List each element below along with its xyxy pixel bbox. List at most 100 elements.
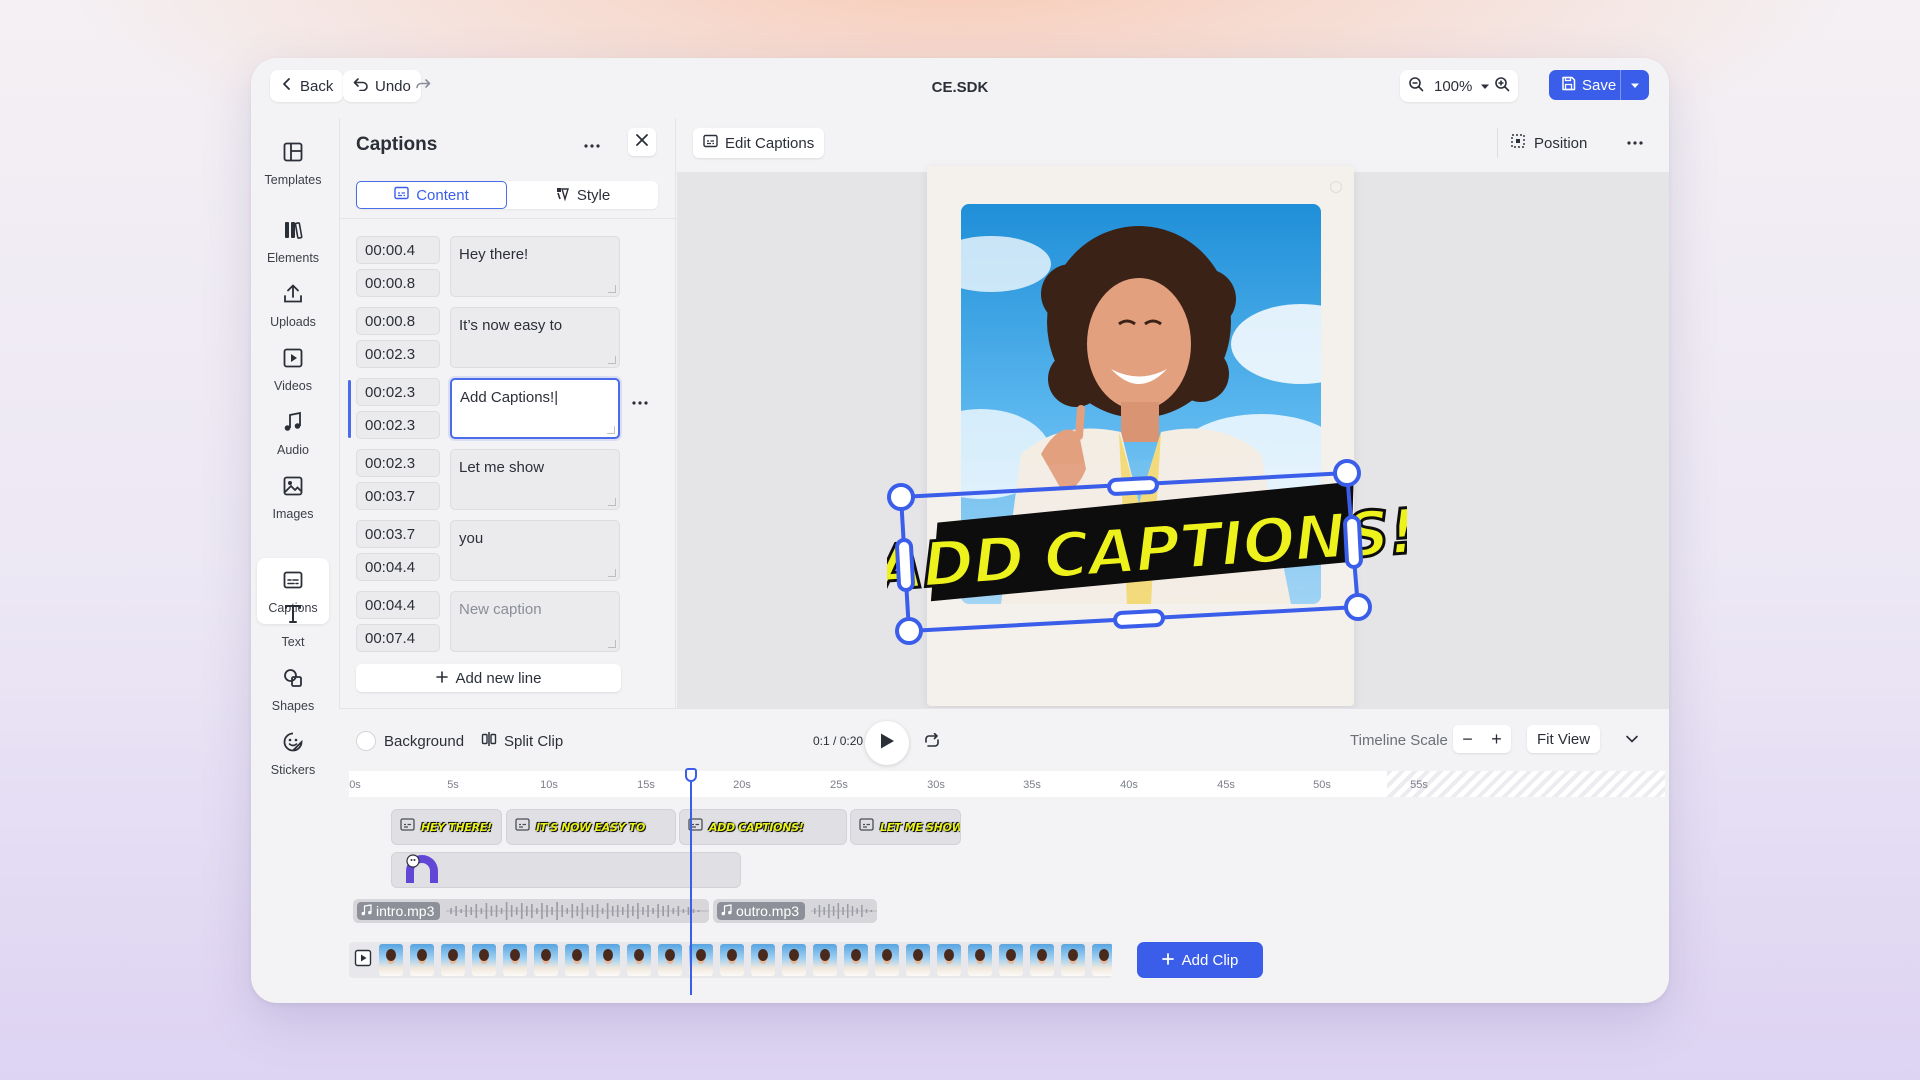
sticker-clip[interactable]: [391, 852, 741, 888]
background-label: Background: [384, 732, 465, 750]
tab-style[interactable]: Style: [507, 181, 658, 209]
caption-text-field[interactable]: you: [450, 520, 620, 581]
resize-handle[interactable]: [895, 617, 923, 645]
scale-minus-button[interactable]: −: [1453, 725, 1482, 753]
resize-handle[interactable]: [1344, 593, 1372, 621]
video-thumbnail: [379, 944, 403, 976]
ruler-tick: 10s: [540, 779, 558, 791]
caption-text-field[interactable]: It’s now easy to: [450, 307, 620, 368]
editor-window: Back Undo CE.SDK 100% Save Templates Ele…: [251, 58, 1669, 1003]
caption-start-time[interactable]: 00:00.4: [356, 236, 440, 264]
caption-end-time[interactable]: 00:00.8: [356, 269, 440, 297]
save-label: Save: [1582, 76, 1617, 94]
sidebar-item-elements[interactable]: Elements: [257, 208, 329, 274]
caption-text-field[interactable]: Add Captions!|: [450, 378, 620, 439]
position-button[interactable]: Position: [1497, 128, 1599, 158]
caption-end-time[interactable]: 00:04.4: [356, 553, 440, 581]
undo-icon: [353, 77, 369, 95]
redo-button[interactable]: [409, 70, 437, 102]
caption-end-time[interactable]: 00:02.3: [356, 411, 440, 439]
caption-start-time[interactable]: 00:02.3: [356, 449, 440, 477]
split-clip-button[interactable]: Split Clip: [481, 731, 563, 751]
edge-handle[interactable]: [1343, 515, 1363, 569]
background-toggle[interactable]: Background: [356, 731, 464, 751]
video-clip-filmstrip[interactable]: [349, 942, 1112, 978]
caption-start-time[interactable]: 00:04.4: [356, 591, 440, 619]
caption-text-field[interactable]: Let me show: [450, 449, 620, 510]
sidebar-item-uploads[interactable]: Uploads: [257, 272, 329, 338]
sidebar-item-text[interactable]: Text: [257, 592, 329, 658]
caption-clip[interactable]: ADD CAPTIONS!: [679, 809, 847, 845]
edge-handle[interactable]: [1113, 609, 1165, 629]
sidebar-item-label: Shapes: [271, 698, 315, 713]
shapes-icon: [281, 666, 305, 693]
caption-end-time[interactable]: 00:02.3: [356, 340, 440, 368]
play-button[interactable]: [865, 721, 909, 765]
zoom-select[interactable]: 100%: [1434, 70, 1490, 102]
music-note-icon: [721, 903, 732, 919]
caption-end-time[interactable]: 00:03.7: [356, 482, 440, 510]
zoom-in-button[interactable]: [1486, 70, 1518, 102]
caption-text-field[interactable]: New caption: [450, 591, 620, 652]
sidebar-item-shapes[interactable]: Shapes: [257, 656, 329, 722]
sidebar-item-label: Text: [281, 634, 305, 649]
edit-captions-button[interactable]: Edit Captions: [693, 128, 825, 158]
sidebar-item-stickers[interactable]: Stickers: [257, 720, 329, 786]
scale-plus-button[interactable]: +: [1482, 725, 1511, 753]
resize-handle[interactable]: [1333, 459, 1361, 487]
sidebar-item-videos[interactable]: Videos: [257, 336, 329, 402]
caption-end-time[interactable]: 00:07.4: [356, 624, 440, 652]
captions-icon: [394, 186, 409, 204]
caption-clip[interactable]: HEY THERE!: [391, 809, 502, 845]
panel-close-button[interactable]: [628, 128, 656, 156]
audio-clip[interactable]: intro.mp3: [353, 899, 709, 923]
time-readout: 0:1 / 0:20: [813, 734, 863, 748]
sidebar-item-templates[interactable]: Templates: [257, 130, 329, 196]
caption-text-field[interactable]: Hey there!: [450, 236, 620, 297]
audio-clip[interactable]: outro.mp3: [713, 899, 877, 923]
timeline-ruler[interactable]: 0s 5s 10s 15s 20s 25s 30s 35s 40s 45s 50…: [349, 771, 1665, 797]
sidebar-item-audio[interactable]: Audio: [257, 400, 329, 466]
paint-brush-icon: [555, 186, 570, 205]
collapse-timeline-button[interactable]: [1625, 731, 1639, 749]
captions-icon: [400, 818, 415, 836]
canvas-more-button[interactable]: [1627, 132, 1643, 150]
save-options-button[interactable]: [1621, 77, 1649, 94]
caption-row: 00:04.4 00:07.4 New caption: [356, 591, 656, 653]
chevron-down-icon: [1625, 731, 1639, 748]
back-button[interactable]: Back: [270, 70, 344, 102]
caption-row: 00:03.7 00:04.4 you: [356, 520, 656, 582]
panel-more-button[interactable]: [580, 132, 604, 156]
save-button-group: Save: [1549, 70, 1649, 100]
caption-placeholder: New caption: [459, 601, 542, 618]
caption-start-time[interactable]: 00:03.7: [356, 520, 440, 548]
save-button[interactable]: Save: [1549, 70, 1621, 100]
caption-row-more-button[interactable]: [632, 392, 648, 410]
caption-clip[interactable]: LET ME SHOW: [850, 809, 961, 845]
tab-content[interactable]: Content: [356, 181, 507, 209]
video-thumbnail: [627, 944, 651, 976]
video-thumbnail: [968, 944, 992, 976]
caption-overlay[interactable]: ADD CAPTIONS!: [887, 448, 1407, 668]
sidebar-item-label: Stickers: [270, 762, 316, 777]
timeline-out-of-range: [1387, 771, 1665, 797]
text-icon: [281, 602, 305, 629]
caption-clip[interactable]: IT'S NOW EASY TO: [506, 809, 676, 845]
add-clip-button[interactable]: Add Clip: [1137, 942, 1263, 978]
fit-view-button[interactable]: Fit View: [1527, 725, 1601, 753]
resize-handle[interactable]: [887, 483, 915, 511]
sidebar-item-images[interactable]: Images: [257, 464, 329, 530]
loop-button[interactable]: [923, 732, 941, 754]
video-thumbnail: [906, 944, 930, 976]
captions-icon: [703, 134, 718, 152]
playhead-handle[interactable]: [685, 768, 697, 782]
add-new-line-button[interactable]: Add new line: [356, 664, 621, 692]
plus-icon: +: [1491, 728, 1502, 749]
caption-start-time[interactable]: 00:00.8: [356, 307, 440, 335]
caption-start-time[interactable]: 00:02.3: [356, 378, 440, 406]
timeline-playhead[interactable]: [690, 770, 692, 995]
sidebar-item-label: Elements: [266, 250, 320, 265]
edge-handle[interactable]: [1107, 476, 1159, 496]
edge-handle[interactable]: [895, 538, 915, 592]
zoom-out-button[interactable]: [1400, 70, 1432, 102]
